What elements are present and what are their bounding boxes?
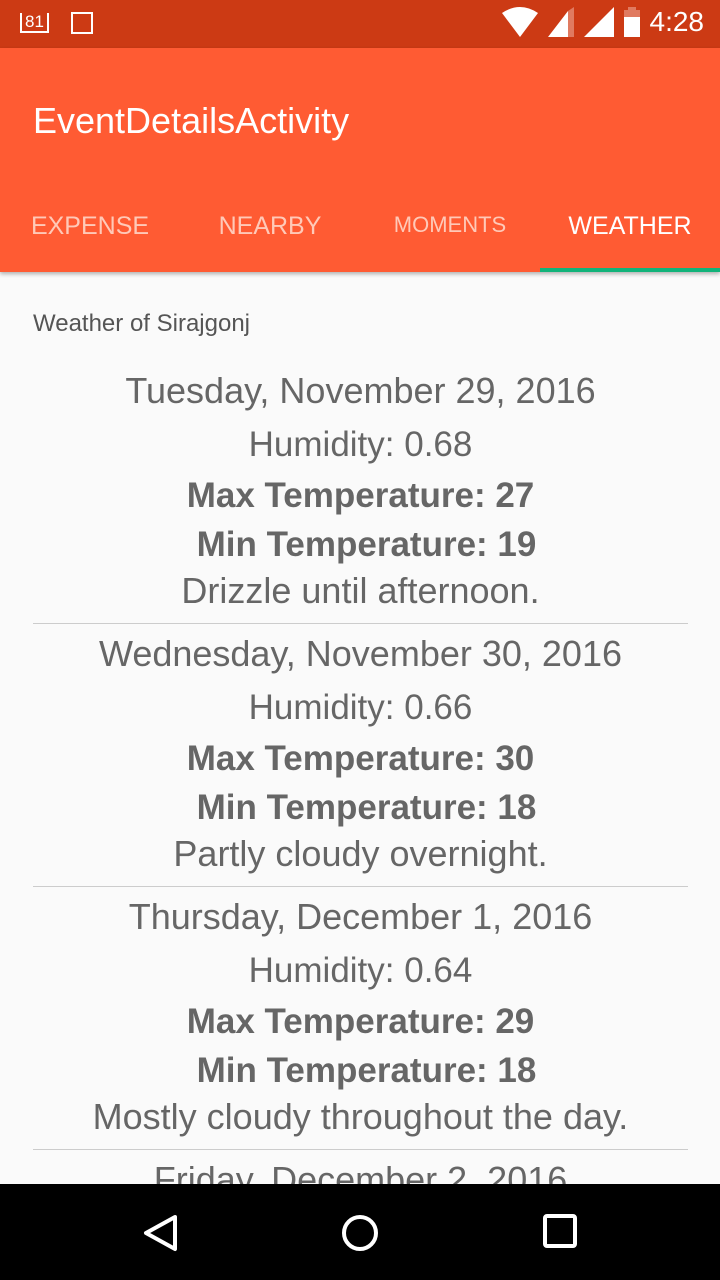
recents-icon[interactable] (543, 1214, 577, 1248)
weather-heading: Weather of Sirajgonj (33, 310, 251, 337)
forecast-humidity: Humidity: 0.66 (248, 688, 473, 727)
app-bar: EventDetailsActivity EXPENSE NEARBY MOME… (0, 48, 720, 272)
forecast-humidity: Humidity: 0.64 (248, 951, 473, 990)
signal-icon (547, 7, 574, 37)
clock: 4:28 (649, 6, 705, 37)
tab-weather[interactable]: WEATHER (540, 198, 720, 272)
back-icon[interactable] (142, 1214, 178, 1252)
battery-icon (623, 7, 640, 37)
forecast-summary: Partly cloudy overnight. (173, 833, 548, 874)
forecast-date: Thursday, December 1, 2016 (128, 896, 593, 937)
forecast-min-temp: Min Temperature: 18 (196, 788, 537, 827)
weather-content[interactable]: Weather of Sirajgonj Tuesday, November 2… (0, 272, 720, 1184)
forecast-max-temp: Max Temperature: 30 (186, 739, 535, 778)
forecast-summary: Drizzle until afternoon. (181, 570, 540, 611)
forecast-item: Thursday, December 1, 2016 Humidity: 0.6… (33, 887, 688, 1150)
forecast-item: Tuesday, November 29, 2016 Humidity: 0.6… (33, 361, 688, 624)
forecast-min-temp: Min Temperature: 19 (196, 525, 537, 564)
forecast-item: Wednesday, November 30, 2016 Humidity: 0… (33, 624, 688, 887)
tab-bar: EXPENSE NEARBY MOMENTS WEATHER (0, 198, 720, 272)
forecast-max-temp: Max Temperature: 29 (186, 1002, 535, 1041)
forecast-date: Tuesday, November 29, 2016 (125, 370, 596, 411)
forecast-date: Wednesday, November 30, 2016 (99, 633, 622, 674)
status-bar: 81 4:28 (0, 0, 720, 48)
app-title: EventDetailsActivity (33, 100, 350, 141)
forecast-date: Friday, December 2, 2016 (153, 1159, 568, 1184)
forecast-humidity: Humidity: 0.68 (248, 425, 473, 464)
signal-icon-2 (583, 7, 614, 37)
forecast-item: Friday, December 2, 2016 (33, 1150, 688, 1184)
tab-expense[interactable]: EXPENSE (0, 198, 180, 272)
tab-nearby[interactable]: NEARBY (180, 198, 360, 272)
forecast-max-temp: Max Temperature: 27 (186, 476, 535, 515)
wifi-icon (501, 7, 538, 37)
tab-moments[interactable]: MOMENTS (360, 198, 540, 272)
image-notification-icon (70, 12, 93, 34)
navigation-bar (0, 1184, 720, 1280)
forecast-summary: Mostly cloudy throughout the day. (92, 1096, 629, 1137)
home-icon[interactable] (341, 1214, 379, 1252)
forecast-list: Tuesday, November 29, 2016 Humidity: 0.6… (33, 361, 688, 1184)
notification-badge-icon: 81 (20, 13, 49, 33)
forecast-min-temp: Min Temperature: 18 (196, 1051, 537, 1090)
